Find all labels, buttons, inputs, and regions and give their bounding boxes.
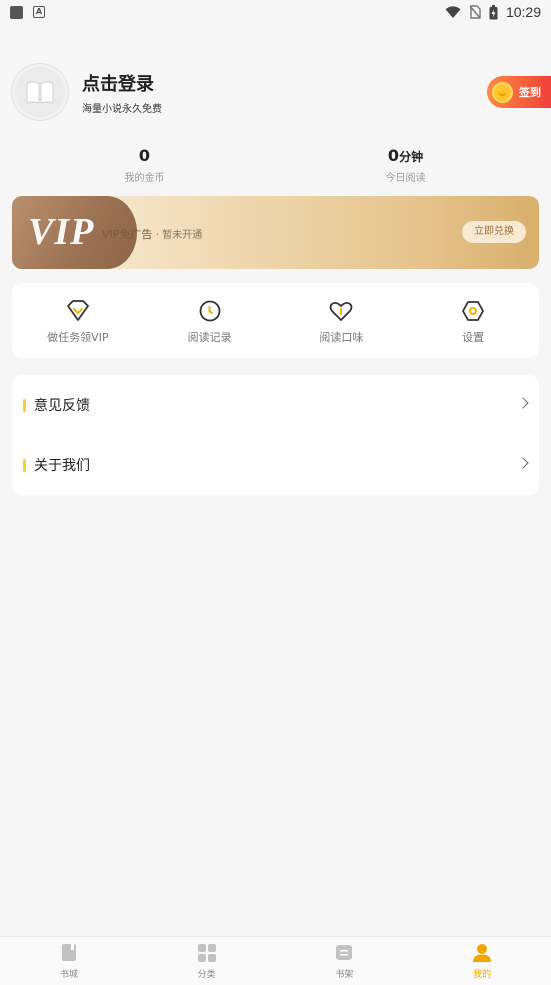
gear-icon	[462, 301, 485, 321]
book-avatar-icon	[26, 81, 54, 104]
vip-status: · 暂未开通	[155, 230, 203, 241]
avatar[interactable]	[12, 64, 68, 120]
login-subtitle: 海量小说永久免费	[82, 103, 162, 115]
feedback-label: 意见反馈	[34, 398, 90, 414]
tab-category-label: 分类	[197, 970, 216, 980]
tab-bookshelf[interactable]: 书架	[276, 937, 414, 985]
task-vip-label: 做任务领VIP	[47, 331, 109, 344]
tab-bookshelf-label: 书架	[335, 970, 354, 980]
accent-bar	[23, 458, 26, 472]
status-bar: A 10:29	[0, 0, 551, 26]
clock-icon	[199, 300, 221, 322]
reading-history-action[interactable]: 阅读记录	[144, 283, 276, 358]
about-us-label: 关于我们	[34, 458, 90, 474]
tab-mine[interactable]: 我的	[413, 937, 551, 985]
vip-text: VIP免广告	[102, 228, 153, 241]
tab-bookstore-label: 书城	[59, 970, 78, 980]
chevron-right-icon	[517, 457, 529, 469]
battery-icon	[489, 4, 498, 19]
vip-redeem-button[interactable]: 立即兑换	[462, 221, 526, 243]
tab-bookstore[interactable]: 书城	[0, 937, 138, 985]
no-sim-icon	[469, 5, 481, 19]
about-us-item[interactable]: 关于我们	[12, 435, 539, 495]
heart-icon	[329, 301, 353, 321]
login-title[interactable]: 点击登录	[82, 70, 162, 96]
quick-actions: 做任务领VIP 阅读记录 阅读口味 设置	[12, 283, 539, 358]
chevron-right-icon	[517, 397, 529, 409]
diamond-icon	[66, 300, 89, 321]
feedback-item[interactable]: 意见反馈	[12, 375, 539, 435]
signin-button[interactable]: 签到	[487, 76, 551, 108]
coin-icon	[492, 81, 513, 103]
reading-taste-action[interactable]: 阅读口味	[276, 283, 408, 358]
grid-icon	[197, 944, 216, 962]
person-icon	[473, 944, 492, 962]
vip-logo: VIP	[28, 211, 95, 253]
shelf-icon	[336, 945, 353, 960]
reading-history-label: 阅读记录	[187, 331, 232, 344]
vip-description: VIP免广告 · 暂未开通	[102, 226, 202, 242]
accent-bar	[23, 398, 26, 412]
book-icon	[61, 944, 76, 961]
signin-label: 签到	[519, 86, 541, 99]
login-header[interactable]: 点击登录 海量小说永久免费	[12, 64, 162, 120]
tab-mine-label: 我的	[473, 970, 492, 980]
reading-taste-label: 阅读口味	[319, 331, 364, 344]
wifi-icon	[445, 5, 461, 18]
task-vip-action[interactable]: 做任务领VIP	[12, 283, 144, 358]
app-notification-icon: A	[33, 6, 45, 18]
tab-category[interactable]: 分类	[138, 937, 276, 985]
settings-label: 设置	[462, 331, 485, 344]
bottom-tab-bar: 书城 分类 书架 我的	[0, 936, 551, 985]
profile-screen: A 10:29 点击登录 海量小说永久免费 签到 0 我的金币 0分钟 今日阅读…	[0, 0, 551, 985]
settings-action[interactable]: 设置	[407, 283, 539, 358]
reading-value: 0分钟	[387, 146, 424, 165]
reading-unit: 分钟	[399, 150, 424, 164]
vip-card[interactable]: VIP VIP免广告 · 暂未开通 立即兑换	[12, 196, 539, 269]
notification-icon	[10, 6, 23, 19]
clock-time: 10:29	[505, 4, 541, 20]
menu-list: 意见反馈 关于我们	[12, 375, 539, 495]
reading-label: 今日阅读	[385, 173, 426, 184]
reading-stat[interactable]: 0分钟 今日阅读	[130, 146, 551, 184]
